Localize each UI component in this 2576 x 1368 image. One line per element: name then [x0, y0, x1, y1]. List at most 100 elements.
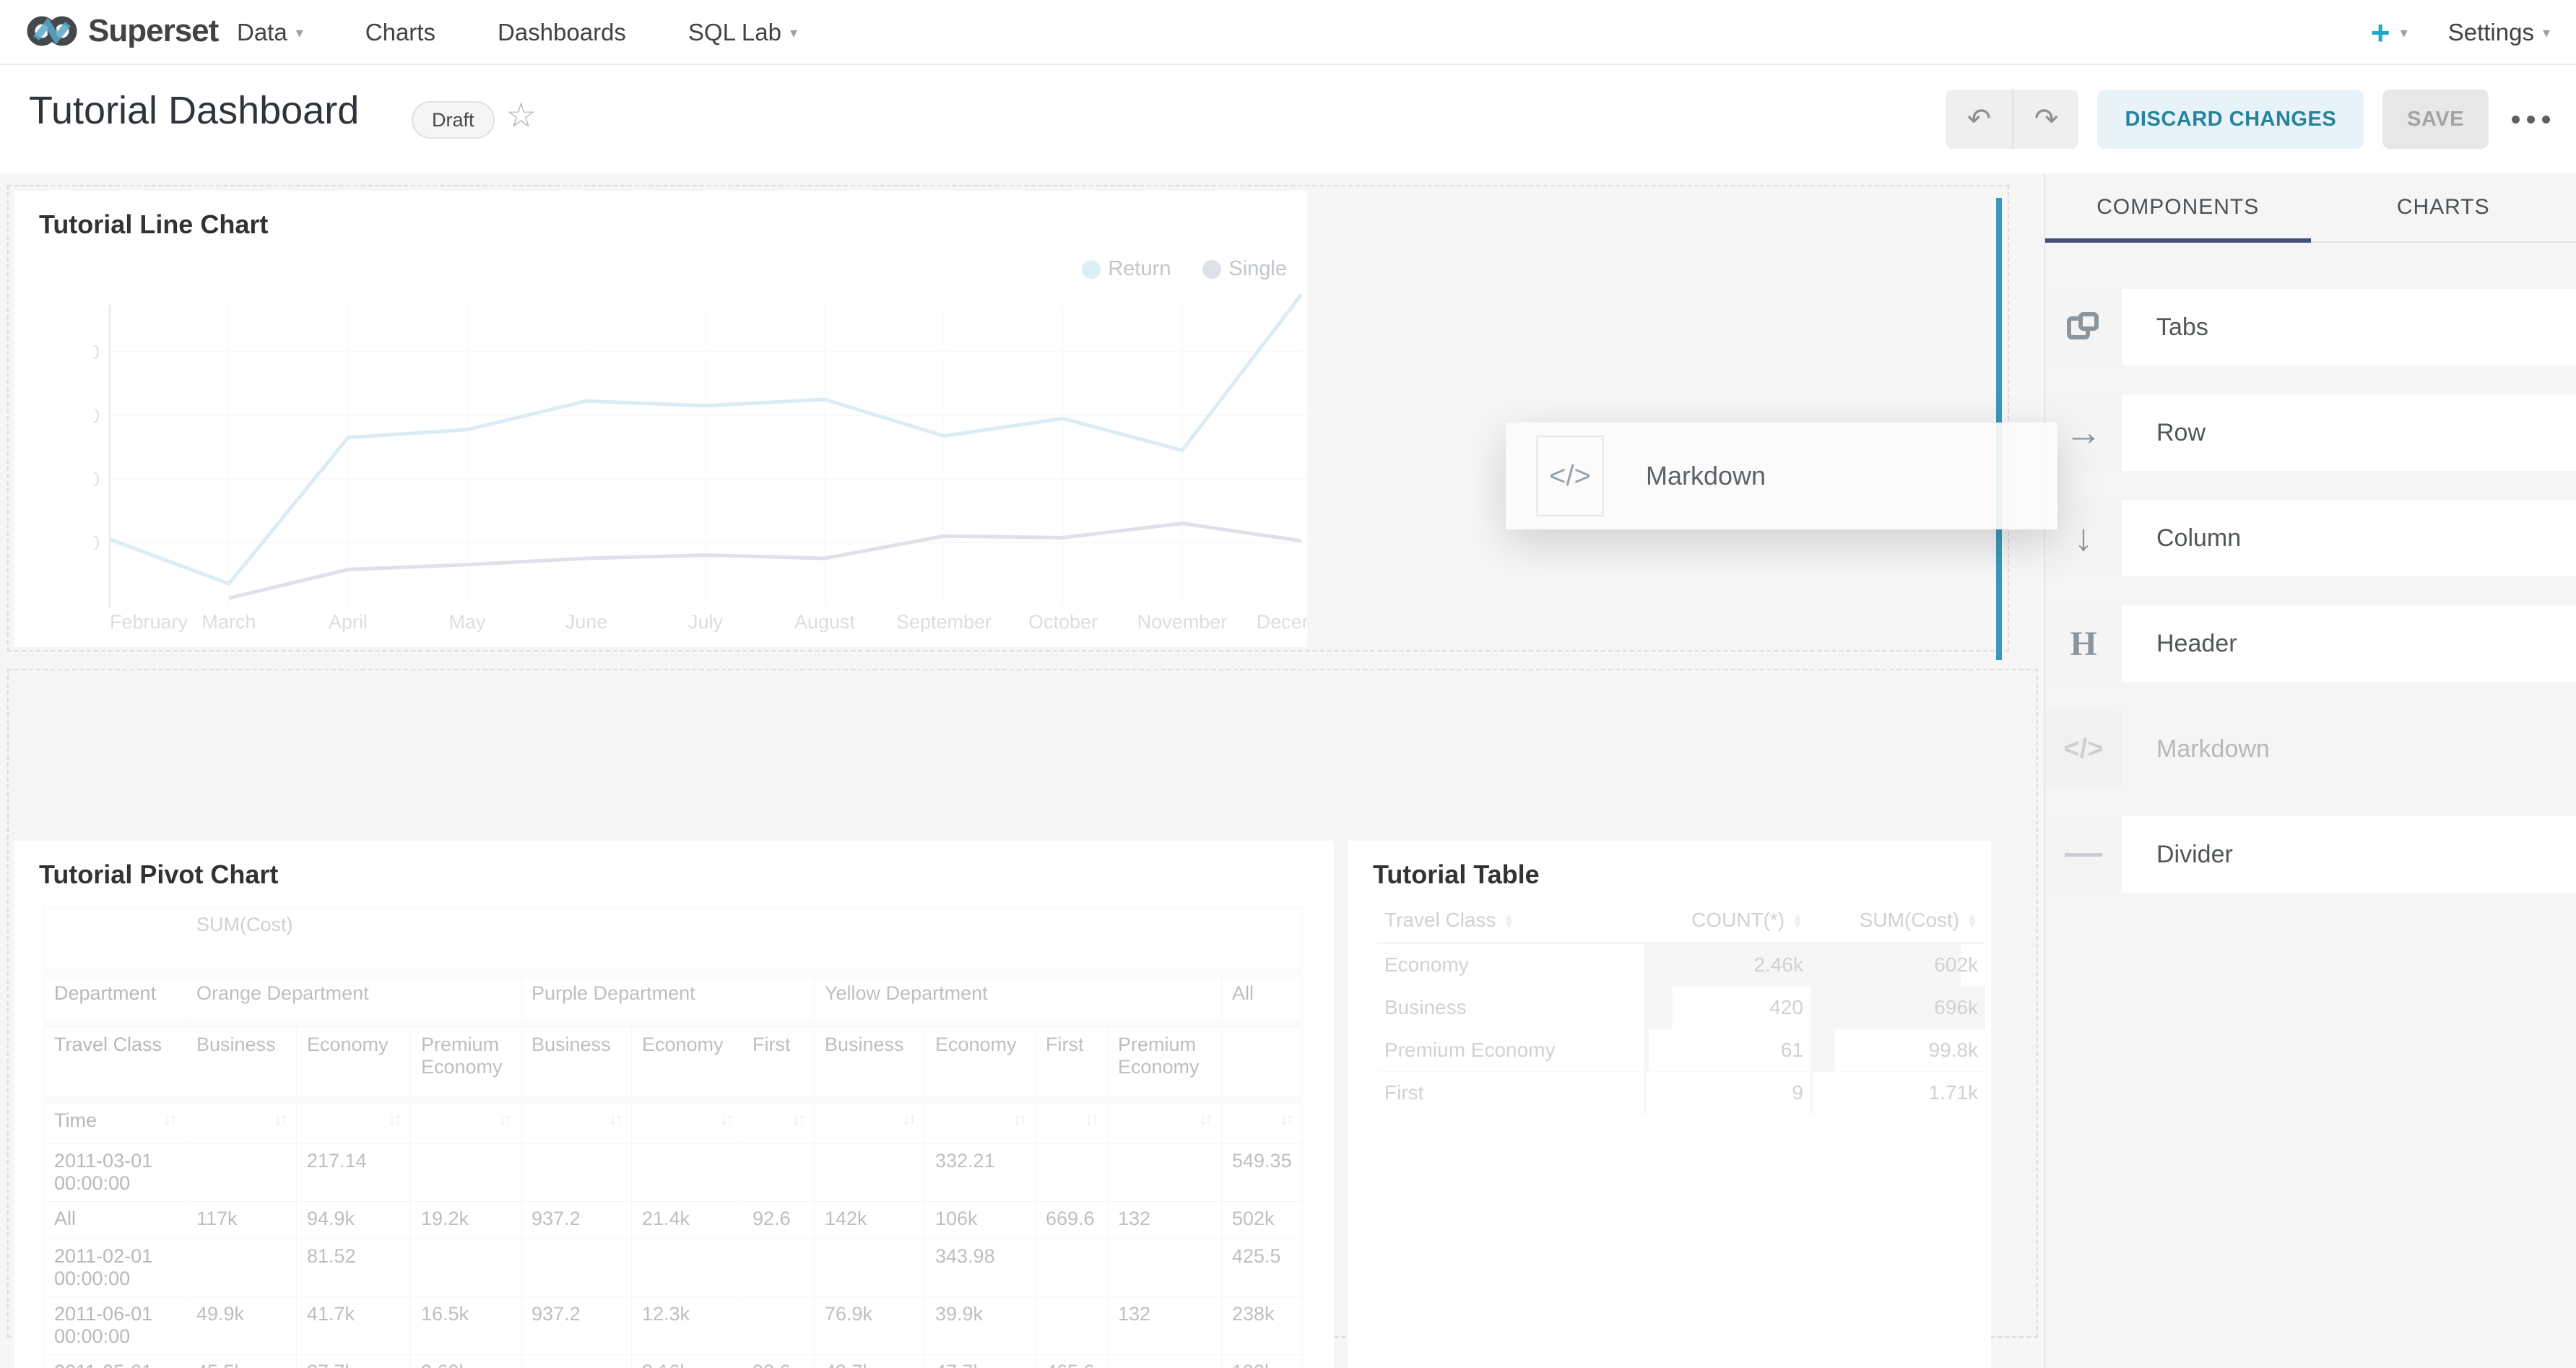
svg-text:November: November: [1137, 611, 1228, 633]
sort-icon: ▲▼: [1966, 914, 1978, 928]
redo-button[interactable]: ↷: [2012, 90, 2078, 149]
nav-item-charts[interactable]: Charts: [365, 19, 435, 46]
table-col-header[interactable]: COUNT(*)▲▼: [1644, 899, 1810, 943]
discard-changes-button[interactable]: DISCARD CHANGES: [2097, 90, 2364, 149]
component-item-header[interactable]: H Header: [2045, 605, 2576, 682]
pivot-cell: 81.52: [297, 1239, 411, 1297]
pivot-cell: 94.9k: [297, 1202, 411, 1239]
sort-icon[interactable]: ↓↑: [1280, 1109, 1292, 1129]
component-item-tabs[interactable]: Tabs: [2045, 289, 2576, 365]
table-col-header[interactable]: Travel Class▲▼: [1377, 899, 1644, 943]
pivot-col-header: First: [1036, 1028, 1108, 1097]
new-item-button[interactable]: + ▾: [2371, 16, 2408, 49]
pivot-row-label: 2011-05-01 00:00:00: [44, 1355, 186, 1368]
superset-logo[interactable]: Superset: [26, 13, 218, 49]
pivot-cell: 19.2k: [411, 1202, 521, 1239]
sort-icon[interactable]: ↓↑: [1085, 1109, 1097, 1129]
pivot-row: 2011-05-01 00:00:0045.5k37.7k2.69k8.16k9…: [44, 1355, 1303, 1368]
pivot-col-header: First: [742, 1028, 815, 1097]
pivot-col-group: Purple Department: [521, 977, 815, 1021]
markdown-code-icon: </>: [1536, 436, 1604, 516]
sort-icon[interactable]: ↓↑: [902, 1109, 914, 1129]
header-icon: H: [2045, 605, 2122, 682]
superset-dashboard-editor: Superset Data▾ Charts Dashboards SQL Lab▾ +…: [0, 0, 2576, 1368]
pivot-cell: 425.5: [1222, 1239, 1303, 1297]
pivot-corner-time: Time↓↑: [44, 1104, 186, 1144]
pivot-cell: 39.9k: [925, 1297, 1036, 1355]
tab-components[interactable]: COMPONENTS: [2045, 173, 2311, 241]
chevron-down-icon: ▾: [2401, 24, 2408, 42]
tab-charts[interactable]: CHARTS: [2311, 173, 2576, 241]
table-row[interactable]: Business420696k: [1377, 987, 1985, 1029]
table-chart-card[interactable]: Tutorial Table Travel Class▲▼COUNT(*)▲▼S…: [1348, 841, 1991, 1368]
chart-legend[interactable]: Return Single: [1082, 257, 1287, 281]
component-item-column[interactable]: ↓Column: [2045, 500, 2576, 576]
pivot-cell: 502k: [1222, 1202, 1303, 1239]
sort-icon[interactable]: ↓↑: [498, 1109, 511, 1129]
save-button[interactable]: SAVE: [2382, 90, 2489, 149]
nav-item-sql-lab[interactable]: SQL Lab▾: [688, 19, 797, 46]
pivot-cell: [815, 1239, 925, 1297]
status-badge: Draft: [412, 101, 495, 139]
table-row[interactable]: First91.71k: [1377, 1072, 1985, 1114]
cell-count: 420: [1644, 987, 1810, 1029]
nav-item-dashboards[interactable]: Dashboards: [498, 19, 626, 46]
pivot-cell: [186, 1144, 297, 1202]
component-item-divider[interactable]: Divider: [2045, 816, 2576, 893]
pivot-col-group: Orange Department: [186, 977, 521, 1021]
undo-button[interactable]: ↶: [1946, 90, 2012, 149]
svg-text:600: 600: [94, 404, 100, 427]
nav-item-data[interactable]: Data▾: [237, 19, 303, 46]
pivot-cell: 16.5k: [411, 1297, 521, 1355]
dragged-markdown-card[interactable]: </> Markdown: [1506, 423, 2057, 529]
pivot-cell: [411, 1239, 521, 1297]
nav-right: + ▾ Settings ▾: [2371, 0, 2550, 65]
settings-menu[interactable]: Settings ▾: [2448, 19, 2550, 46]
svg-text:September: September: [896, 611, 992, 633]
pivot-row: 2011-06-01 00:00:0049.9k41.7k16.5k937.21…: [44, 1297, 1303, 1355]
sort-icon[interactable]: ↓↑: [274, 1109, 286, 1129]
component-item-label: Header: [2156, 630, 2237, 658]
favorite-star-icon[interactable]: ☆: [506, 95, 537, 136]
pivot-cell: [521, 1355, 632, 1368]
pivot-cell: 192k: [1222, 1355, 1303, 1368]
chart-title: Tutorial Pivot Chart: [39, 860, 278, 890]
svg-text:June: June: [565, 611, 608, 633]
sort-icon[interactable]: ↓↑: [163, 1109, 175, 1129]
legend-dot: [1082, 260, 1101, 279]
pivot-col-header: Economy: [297, 1028, 411, 1097]
line-chart-card[interactable]: Tutorial Line Chart ReturnSingle 2004006…: [14, 191, 1307, 647]
pivot-cell: [1036, 1239, 1108, 1297]
page-title[interactable]: Tutorial Dashboard: [29, 88, 359, 133]
cell-travel-class: Economy: [1377, 943, 1644, 987]
legend-entry[interactable]: Return: [1082, 257, 1171, 281]
sort-icon[interactable]: ↓↑: [792, 1109, 804, 1129]
dashboard-row-1[interactable]: Tutorial Line Chart ReturnSingle 2004006…: [7, 185, 2009, 651]
svg-text:October: October: [1028, 611, 1098, 633]
sort-icon[interactable]: ↓↑: [609, 1109, 621, 1129]
component-item-markdown: </>Markdown: [2045, 711, 2576, 787]
pivot-cell: [411, 1144, 521, 1202]
component-item-label: Tabs: [2156, 313, 2208, 342]
cell-sum: 696k: [1810, 987, 1985, 1029]
component-item-label: Markdown: [2156, 735, 2270, 763]
dashboard-row-2[interactable]: Tutorial Pivot Chart SUM(Cost)Department…: [7, 669, 2038, 1338]
legend-entry[interactable]: Single: [1202, 257, 1287, 281]
sort-icon[interactable]: ↓↑: [719, 1109, 732, 1129]
svg-text:200: 200: [94, 532, 100, 554]
sort-icon[interactable]: ↓↑: [388, 1109, 400, 1129]
sort-icon[interactable]: ↓↑: [1199, 1109, 1211, 1129]
table-row[interactable]: Premium Economy6199.8k: [1377, 1029, 1985, 1072]
pivot-cell: 37.7k: [297, 1355, 411, 1368]
dashboard-canvas: Tutorial Line Chart ReturnSingle 2004006…: [0, 173, 2044, 1368]
chart-title: Tutorial Line Chart: [39, 209, 268, 240]
table-row[interactable]: Economy2.46k602k: [1377, 943, 1985, 987]
settings-label: Settings: [2448, 19, 2534, 46]
pivot-cell: 106k: [925, 1202, 1036, 1239]
more-options-icon[interactable]: [2512, 116, 2550, 124]
pivot-cell: [1108, 1239, 1222, 1297]
table-col-header[interactable]: SUM(Cost)▲▼: [1810, 899, 1985, 943]
component-item-row[interactable]: →Row: [2045, 394, 2576, 471]
pivot-chart-card[interactable]: Tutorial Pivot Chart SUM(Cost)Department…: [14, 841, 1334, 1368]
sort-icon[interactable]: ↓↑: [1012, 1109, 1025, 1129]
